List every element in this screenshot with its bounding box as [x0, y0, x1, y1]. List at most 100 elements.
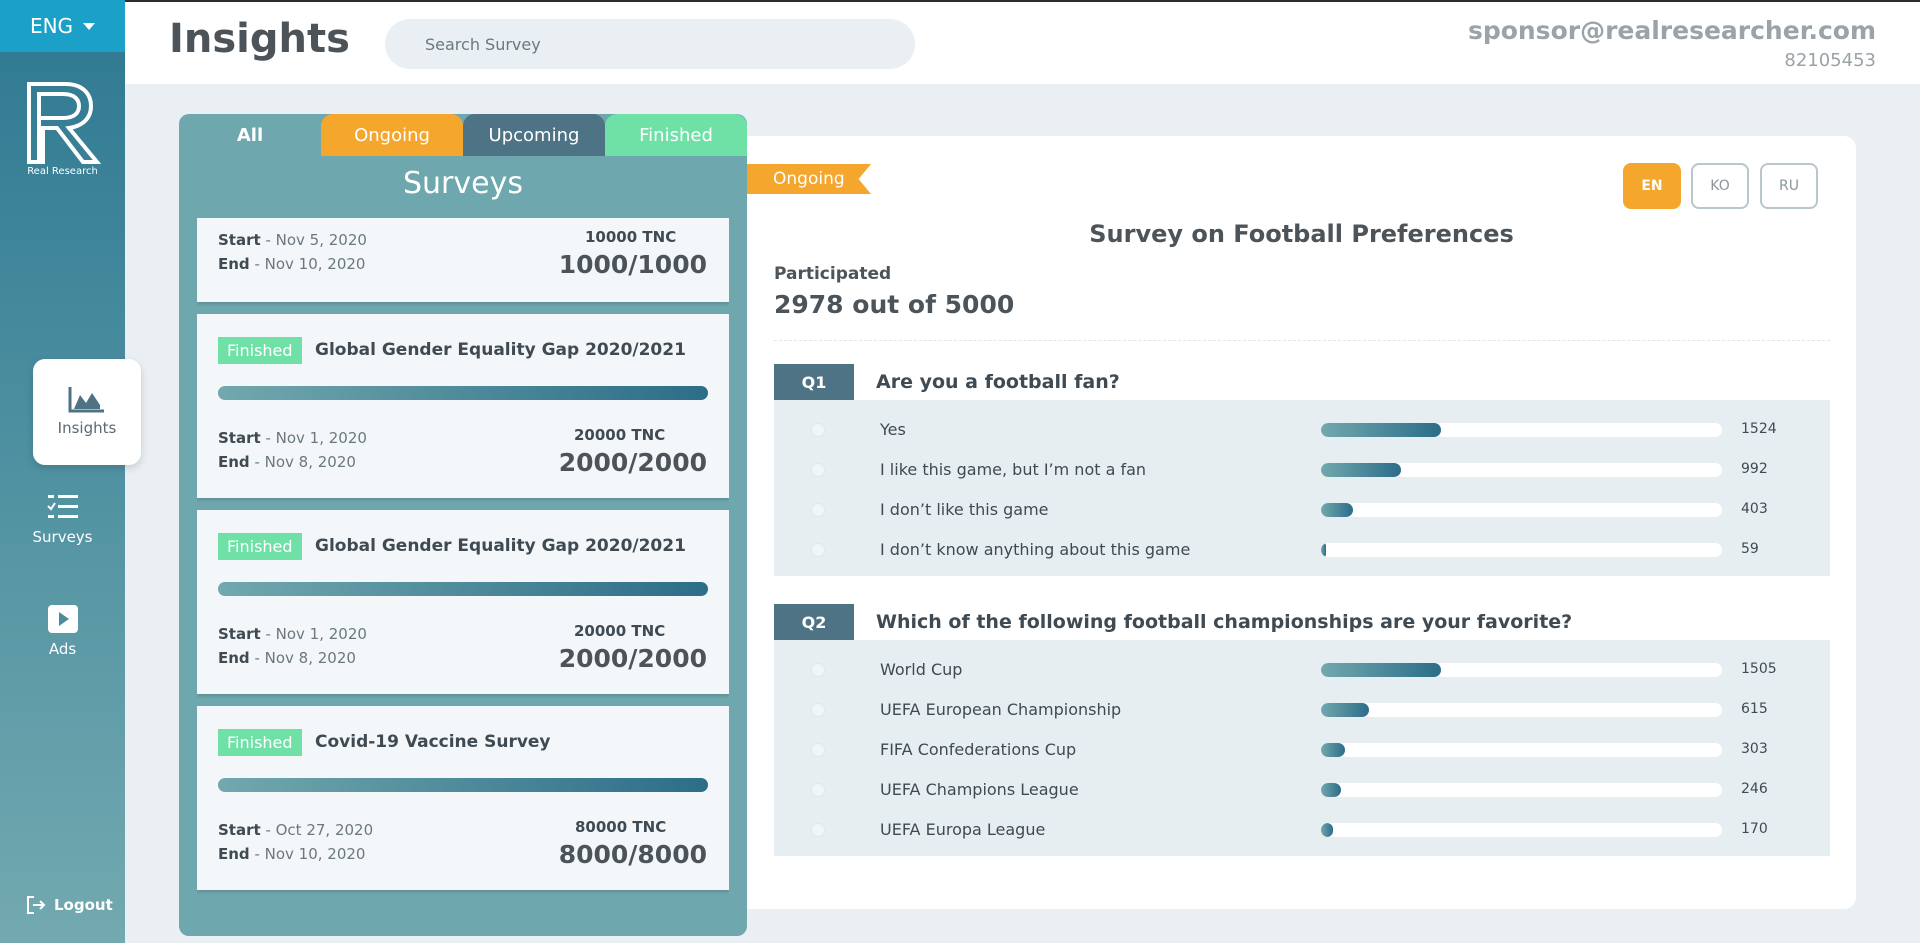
answer-radio[interactable]	[811, 743, 825, 757]
answer-radio[interactable]	[811, 423, 825, 437]
status-ribbon: Ongoing	[747, 164, 871, 194]
answer-bar-fill	[1321, 423, 1442, 437]
survey-card[interactable]: Finished Covid-19 Vaccine Survey Start -…	[197, 706, 729, 890]
start-label: Start	[218, 625, 261, 643]
question-text: Which of the following football champion…	[876, 611, 1573, 633]
survey-list-panel: All Ongoing Upcoming Finished Surveys St…	[179, 114, 747, 936]
answer-radio[interactable]	[811, 543, 825, 557]
answer-bar-fill	[1321, 823, 1334, 837]
answer-count: 403	[1741, 501, 1768, 517]
survey-reward: 80000 TNC	[575, 818, 667, 836]
user-email: sponsor@realresearcher.com	[1467, 16, 1876, 45]
status-badge: Finished	[218, 729, 302, 756]
answer-radio[interactable]	[811, 703, 825, 717]
survey-dates: Start - Oct 27, 2020 End - Nov 10, 2020	[218, 821, 374, 863]
question-block: Q2 Which of the following football champ…	[774, 604, 1830, 856]
answer-row: Yes 1524	[774, 410, 1830, 450]
answer-bar-fill	[1321, 543, 1326, 557]
answer-row: UEFA Champions League 246	[774, 770, 1830, 810]
answer-bar-fill	[1321, 503, 1354, 517]
survey-card[interactable]: Finished Global Gender Equality Gap 2020…	[197, 510, 729, 694]
questions-list[interactable]: Q1 Are you a football fan? Yes 1524 I li…	[774, 364, 1830, 880]
survey-count: 8000/8000	[558, 840, 707, 869]
question-block: Q1 Are you a football fan? Yes 1524 I li…	[774, 364, 1830, 576]
answer-count: 59	[1741, 541, 1759, 557]
survey-progress-bar	[218, 582, 708, 596]
survey-list: Start - Nov 5, 2020 End - Nov 10, 2020 1…	[197, 218, 729, 928]
nav-ads[interactable]: Ads	[0, 604, 125, 658]
tab-finished[interactable]: Finished	[605, 114, 747, 156]
answer-bar-fill	[1321, 663, 1442, 677]
status-badge: Finished	[218, 337, 302, 364]
end-label: End	[218, 845, 250, 863]
answer-bar	[1321, 703, 1722, 717]
answer-label: UEFA Europa League	[880, 820, 1046, 839]
answer-bar	[1321, 463, 1722, 477]
language-label: ENG	[29, 14, 74, 38]
answer-radio[interactable]	[811, 783, 825, 797]
question-number: Q1	[774, 364, 854, 400]
search-input[interactable]	[385, 19, 915, 69]
lang-button-ru[interactable]: RU	[1760, 163, 1818, 209]
start-label: Start	[218, 821, 261, 839]
end-date: Nov 8, 2020	[264, 649, 356, 667]
lang-button-ko[interactable]: KO	[1691, 163, 1749, 209]
answer-radio[interactable]	[811, 823, 825, 837]
logout-button[interactable]: Logout	[26, 895, 113, 915]
survey-card[interactable]: Start - Nov 5, 2020 End - Nov 10, 2020 1…	[197, 218, 729, 302]
answer-bar-fill	[1321, 743, 1346, 757]
end-date: Nov 8, 2020	[264, 453, 356, 471]
start-label: Start	[218, 429, 261, 447]
survey-count: 1000/1000	[558, 250, 707, 279]
answer-row: FIFA Confederations Cup 303	[774, 730, 1830, 770]
answer-label: I don’t like this game	[880, 500, 1049, 519]
survey-card[interactable]: Finished Global Gender Equality Gap 2020…	[197, 314, 729, 498]
header: Insights sponsor@realresearcher.com 8210…	[125, 2, 1920, 84]
answer-row: I don’t know anything about this game 59	[774, 530, 1830, 570]
rr-logo-icon	[26, 82, 101, 164]
play-icon	[47, 605, 78, 633]
tab-upcoming[interactable]: Upcoming	[463, 114, 605, 156]
survey-list-icon	[46, 495, 78, 518]
language-selector[interactable]: ENG	[0, 0, 125, 52]
survey-detail-title: Survey on Football Preferences	[1089, 220, 1514, 248]
start-date: Oct 27, 2020	[275, 821, 374, 839]
answer-radio[interactable]	[811, 663, 825, 677]
survey-dates: Start - Nov 5, 2020 End - Nov 10, 2020	[218, 231, 367, 273]
answer-count: 303	[1741, 741, 1768, 757]
nav-insights[interactable]: Insights	[33, 359, 141, 465]
survey-title: Global Gender Equality Gap 2020/2021	[315, 340, 686, 360]
answer-bar	[1321, 423, 1722, 437]
answer-radio[interactable]	[811, 463, 825, 477]
tab-ongoing[interactable]: Ongoing	[321, 114, 463, 156]
question-text: Are you a football fan?	[876, 371, 1120, 393]
participated-value: 2978 out of 5000	[774, 290, 1015, 319]
surveys-heading: Surveys	[403, 166, 523, 201]
answer-label: World Cup	[880, 660, 963, 679]
answer-bar	[1321, 503, 1722, 517]
lang-button-en[interactable]: EN	[1623, 163, 1681, 209]
answer-bar	[1321, 743, 1722, 757]
answer-bar	[1321, 663, 1722, 677]
end-label: End	[218, 255, 250, 273]
logout-icon	[27, 896, 46, 914]
answer-bar	[1321, 783, 1722, 797]
survey-detail-panel: Ongoing EN KO RU Survey on Football Pref…	[747, 136, 1856, 909]
survey-title: Global Gender Equality Gap 2020/2021	[315, 536, 686, 556]
survey-reward: 20000 TNC	[574, 426, 666, 444]
survey-count: 2000/2000	[558, 448, 707, 477]
answer-bar-fill	[1321, 783, 1342, 797]
end-date: Nov 10, 2020	[264, 255, 366, 273]
answer-list: Yes 1524 I like this game, but I’m not a…	[774, 400, 1830, 576]
answer-label: I don’t know anything about this game	[880, 540, 1191, 559]
nav-surveys[interactable]: Surveys	[0, 492, 125, 546]
logo-text: Real Research	[27, 166, 98, 177]
survey-tabs: All Ongoing Upcoming Finished	[179, 114, 747, 156]
tab-all[interactable]: All	[179, 114, 321, 156]
real-research-logo[interactable]: Real Research	[0, 82, 125, 177]
answer-radio[interactable]	[811, 503, 825, 517]
sidebar: ENG Real Research Insights Surveys Ads L…	[0, 0, 141, 943]
chart-area-icon	[68, 387, 104, 413]
answer-count: 992	[1741, 461, 1768, 477]
start-label: Start	[218, 231, 261, 249]
